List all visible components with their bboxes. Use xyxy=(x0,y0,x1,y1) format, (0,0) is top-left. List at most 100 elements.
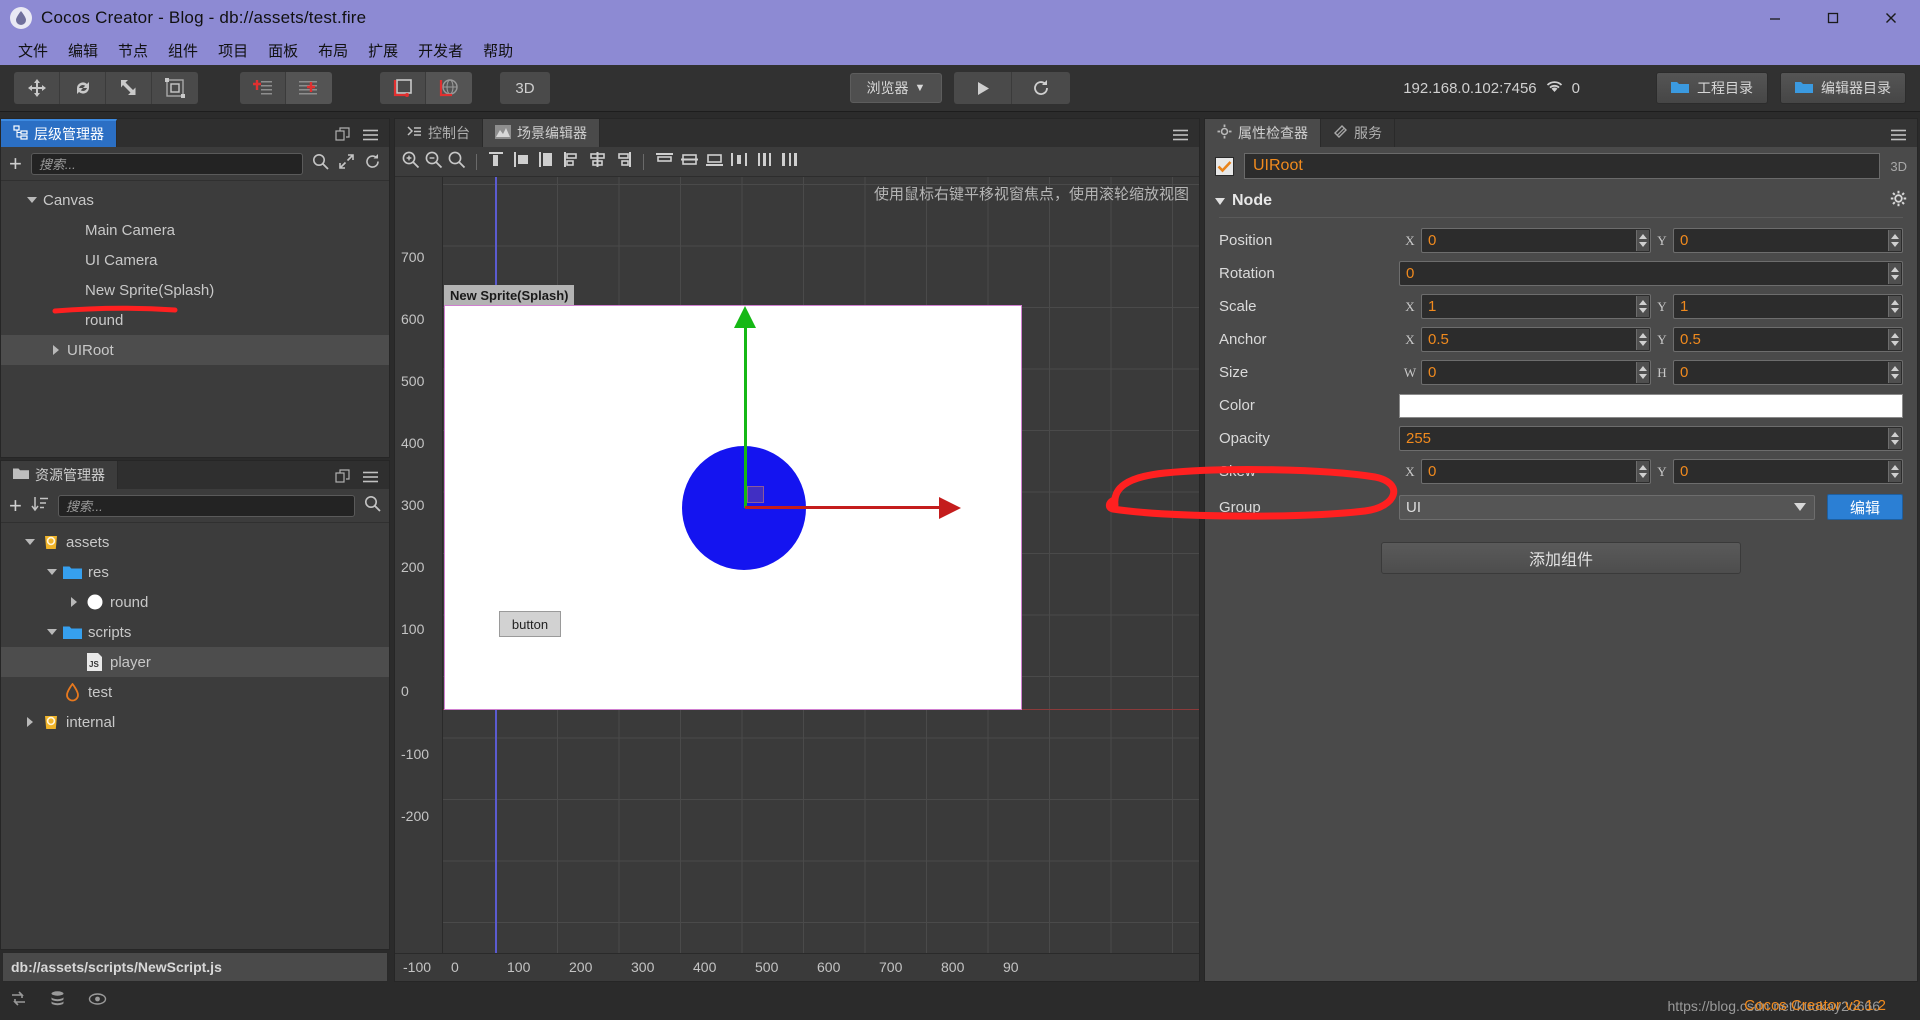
distribute-h-icon[interactable] xyxy=(729,151,750,173)
popout-icon[interactable] xyxy=(335,469,350,489)
stepper[interactable] xyxy=(1888,461,1901,482)
add-asset-button[interactable]: + xyxy=(9,494,22,517)
chevron-down-icon[interactable] xyxy=(45,625,59,639)
node-enabled-checkbox[interactable] xyxy=(1215,156,1234,176)
tab-service[interactable]: 服务 xyxy=(1321,119,1395,147)
tab-scene-editor[interactable]: 场景编辑器 xyxy=(483,119,600,147)
coord-local-icon[interactable] xyxy=(380,72,426,104)
add-component-button[interactable]: 添加组件 xyxy=(1381,542,1741,574)
rotation-input[interactable]: 0 xyxy=(1399,261,1903,286)
gizmo-x-axis[interactable] xyxy=(745,497,961,519)
popout-icon[interactable] xyxy=(335,127,350,147)
anchor-y-input[interactable]: 0.5 xyxy=(1673,327,1903,352)
database-icon[interactable] xyxy=(49,990,66,1012)
minimize-icon[interactable] xyxy=(1746,0,1804,35)
align-middle-icon[interactable] xyxy=(679,151,700,173)
close-icon[interactable] xyxy=(1862,0,1920,35)
tree-node-main-camera[interactable]: Main Camera xyxy=(1,215,389,245)
asset-node-assets[interactable]: assets xyxy=(1,527,389,557)
assets-search-input[interactable]: 搜索... xyxy=(57,494,355,517)
eye-icon[interactable] xyxy=(88,992,107,1011)
distribute-edge-icon[interactable] xyxy=(779,151,800,173)
stepper[interactable] xyxy=(1888,362,1901,383)
hierarchy-search-input[interactable]: 搜索... xyxy=(30,152,303,175)
menu-item-developer[interactable]: 开发者 xyxy=(408,38,473,63)
refresh-button[interactable] xyxy=(1012,72,1070,104)
search-icon[interactable] xyxy=(364,495,381,517)
scale-x-input[interactable]: 1 xyxy=(1421,294,1651,319)
zoom-in-icon[interactable] xyxy=(401,150,420,174)
asset-node-res[interactable]: res xyxy=(1,557,389,587)
stepper[interactable] xyxy=(1636,461,1649,482)
stepper[interactable] xyxy=(1636,362,1649,383)
hamburger-icon[interactable] xyxy=(362,470,379,489)
gizmo-center-handle[interactable] xyxy=(747,486,764,503)
align-bottom-icon[interactable] xyxy=(704,151,725,173)
stepper[interactable] xyxy=(1636,230,1649,251)
align-right-edge-icon[interactable] xyxy=(612,151,633,173)
asset-node-scripts[interactable]: scripts xyxy=(1,617,389,647)
asset-node-internal[interactable]: internal xyxy=(1,707,389,737)
zoom-fit-icon[interactable] xyxy=(447,150,466,174)
tab-hierarchy[interactable]: 层级管理器 xyxy=(1,119,117,147)
stepper[interactable] xyxy=(1636,296,1649,317)
sync-icon[interactable] xyxy=(10,990,27,1012)
align-left-edge-icon[interactable] xyxy=(562,151,583,173)
align-left-icon[interactable] xyxy=(487,151,508,173)
menu-item-help[interactable]: 帮助 xyxy=(473,38,523,63)
hamburger-icon[interactable] xyxy=(362,128,379,147)
chevron-down-icon[interactable] xyxy=(45,565,59,579)
align-top-icon[interactable] xyxy=(654,151,675,173)
expand-icon[interactable] xyxy=(338,153,355,175)
search-icon[interactable] xyxy=(312,153,329,175)
pivot-center-icon[interactable] xyxy=(286,72,332,104)
rect-transform-icon[interactable] xyxy=(152,72,198,104)
editor-dir-button[interactable]: 编辑器目录 xyxy=(1780,72,1906,104)
skew-y-input[interactable]: 0 xyxy=(1673,459,1903,484)
chevron-right-icon[interactable] xyxy=(67,595,81,609)
gizmo-y-axis[interactable] xyxy=(734,306,756,508)
tab-console[interactable]: 控制台 xyxy=(395,119,483,147)
size-h-input[interactable]: 0 xyxy=(1673,360,1903,385)
scene-canvas[interactable]: 使用鼠标右键平移视窗焦点，使用滚轮缩放视图 New Sprite(Splash)… xyxy=(443,177,1199,953)
tab-assets[interactable]: 资源管理器 xyxy=(1,461,118,489)
tree-node-canvas[interactable]: Canvas xyxy=(1,185,389,215)
project-dir-button[interactable]: 工程目录 xyxy=(1656,72,1768,104)
toggle-3d-button[interactable]: 3D xyxy=(500,72,550,104)
gear-icon[interactable] xyxy=(1890,190,1907,212)
move-icon[interactable] xyxy=(14,72,60,104)
scale-icon[interactable] xyxy=(106,72,152,104)
menu-item-file[interactable]: 文件 xyxy=(8,38,58,63)
opacity-input[interactable]: 255 xyxy=(1399,426,1903,451)
chevron-down-icon[interactable] xyxy=(23,535,37,549)
node-section-header[interactable]: Node xyxy=(1205,185,1917,217)
menu-item-project[interactable]: 项目 xyxy=(208,38,258,63)
menu-item-node[interactable]: 节点 xyxy=(108,38,158,63)
maximize-icon[interactable] xyxy=(1804,0,1862,35)
size-w-input[interactable]: 0 xyxy=(1421,360,1651,385)
scene-viewport[interactable]: 使用鼠标右键平移视窗焦点，使用滚轮缩放视图 New Sprite(Splash)… xyxy=(395,177,1199,981)
play-button[interactable] xyxy=(954,72,1012,104)
scale-y-input[interactable]: 1 xyxy=(1673,294,1903,319)
asset-node-player[interactable]: JS player xyxy=(1,647,389,677)
anchor-x-input[interactable]: 0.5 xyxy=(1421,327,1651,352)
tree-node-round[interactable]: round xyxy=(1,305,389,335)
menu-item-edit[interactable]: 编辑 xyxy=(58,38,108,63)
tree-node-new-sprite[interactable]: New Sprite(Splash) xyxy=(1,275,389,305)
chevron-right-icon[interactable] xyxy=(49,343,63,357)
menu-item-component[interactable]: 组件 xyxy=(158,38,208,63)
stepper[interactable] xyxy=(1888,230,1901,251)
asset-node-test[interactable]: test xyxy=(1,677,389,707)
canvas-node[interactable]: New Sprite(Splash) button xyxy=(444,285,1022,710)
stepper[interactable] xyxy=(1888,428,1901,449)
menu-item-layout[interactable]: 布局 xyxy=(308,38,358,63)
skew-x-input[interactable]: 0 xyxy=(1421,459,1651,484)
tab-inspector[interactable]: 属性检查器 xyxy=(1205,119,1321,147)
pivot-local-icon[interactable] xyxy=(240,72,286,104)
stepper[interactable] xyxy=(1888,329,1901,350)
button-node[interactable]: button xyxy=(499,611,561,637)
color-swatch[interactable] xyxy=(1399,393,1903,418)
stepper[interactable] xyxy=(1636,329,1649,350)
tree-node-ui-camera[interactable]: UI Camera xyxy=(1,245,389,275)
tree-node-uiroot[interactable]: UIRoot xyxy=(1,335,389,365)
